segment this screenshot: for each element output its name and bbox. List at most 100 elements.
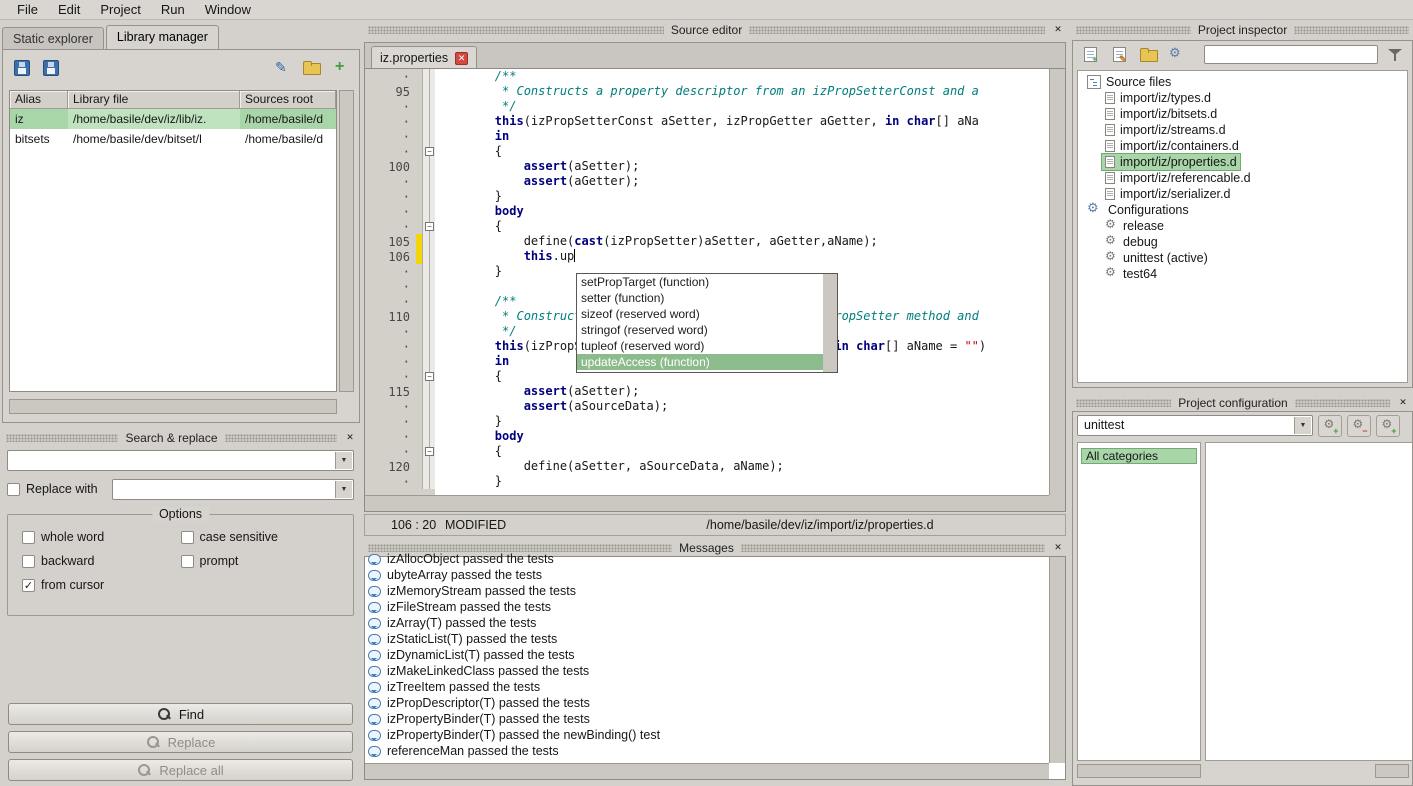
option-whole-word[interactable]: whole word (22, 530, 181, 544)
close-icon[interactable]: ✕ (1052, 542, 1064, 554)
library-row[interactable]: bitsets/home/basile/dev/bitset/l/home/ba… (10, 129, 336, 149)
tree-node-import-iz-types-d[interactable]: import/iz/types.d (1078, 90, 1407, 106)
code-line[interactable]: } (437, 474, 1049, 489)
grid-horizontal-scrollbar[interactable] (1375, 764, 1409, 778)
tab-static-explorer[interactable]: Static explorer (2, 27, 104, 49)
tab-iz-properties[interactable]: iz.properties ✕ (371, 46, 477, 68)
code-line[interactable]: this(izPropSetterConst aSetter, izPropGe… (437, 114, 1049, 129)
message-item[interactable]: izTreeItem passed the tests (368, 679, 1046, 695)
message-item[interactable]: referenceMan passed the tests (368, 743, 1046, 759)
inspector-filter-input[interactable] (1204, 45, 1378, 64)
code-line[interactable]: define(cast(izPropSetter)aSetter, aGette… (437, 234, 1049, 249)
menu-item-run[interactable]: Run (152, 1, 194, 18)
code-line[interactable]: /** (437, 69, 1049, 84)
code-line[interactable]: body (437, 204, 1049, 219)
column-header-library-file[interactable]: Library file (68, 91, 240, 109)
option-from-cursor[interactable]: ✓from cursor (22, 578, 181, 592)
all-categories-item[interactable]: All categories (1081, 448, 1197, 464)
code-line[interactable]: assert(aSetter); (437, 159, 1049, 174)
code-line[interactable]: { (437, 444, 1049, 459)
search-input[interactable]: ▼ (7, 450, 354, 471)
add-configuration-button[interactable]: + (1318, 415, 1342, 437)
option-prompt[interactable]: prompt (181, 554, 340, 568)
completion-item[interactable]: sizeof (reserved word) (577, 306, 823, 322)
message-item[interactable]: izPropDescriptor(T) passed the tests (368, 695, 1046, 711)
tree-group-configurations[interactable]: Configurations (1078, 202, 1407, 218)
tab-close-icon[interactable]: ✕ (455, 52, 468, 65)
open-folder-button[interactable] (1136, 43, 1160, 67)
edit-alias-button[interactable] (270, 56, 294, 80)
code-line[interactable]: assert(aSetter); (437, 384, 1049, 399)
chevron-down-icon[interactable]: ▼ (335, 481, 352, 498)
code-line[interactable]: assert(aSourceData); (437, 399, 1049, 414)
tree-node-import-iz-containers-d[interactable]: import/iz/containers.d (1078, 138, 1407, 154)
tab-library-manager[interactable]: Library manager (106, 25, 219, 49)
fold-collapse-icon[interactable]: − (425, 447, 434, 456)
code-line[interactable]: define(aSetter, aSourceData, aName); (437, 459, 1049, 474)
code-line[interactable]: assert(aGetter); (437, 174, 1049, 189)
code-line[interactable]: * Constructs a property descriptor from … (437, 84, 1049, 99)
column-header-sources-root[interactable]: Sources root (240, 91, 336, 109)
editor-vertical-scrollbar[interactable] (1049, 69, 1065, 495)
completion-item[interactable]: updateAccess (function) (577, 354, 823, 370)
chevron-down-icon[interactable]: ▼ (1294, 417, 1311, 434)
reload-libraries-button[interactable] (39, 56, 63, 80)
editor-horizontal-scrollbar[interactable] (365, 495, 1049, 511)
add-library-button[interactable] (328, 56, 352, 80)
code-line[interactable]: body (437, 429, 1049, 444)
message-item[interactable]: izMemoryStream passed the tests (368, 583, 1046, 599)
find-button[interactable]: Find (8, 703, 353, 725)
close-icon[interactable]: ✕ (1052, 24, 1064, 36)
menu-item-file[interactable]: File (8, 1, 47, 18)
message-item[interactable]: izPropertyBinder(T) passed the tests (368, 711, 1046, 727)
replace-all-button[interactable]: Replace all (8, 759, 353, 781)
code-line[interactable]: { (437, 219, 1049, 234)
library-table-horizontal-scrollbar[interactable] (9, 399, 337, 414)
code-line[interactable]: */ (437, 99, 1049, 114)
configuration-select[interactable]: unittest ▼ (1077, 415, 1313, 436)
fold-collapse-icon[interactable]: − (425, 147, 434, 156)
tree-node-import-iz-properties-d[interactable]: import/iz/properties.d (1078, 154, 1407, 170)
filter-button[interactable] (1383, 43, 1407, 67)
completion-item[interactable]: stringof (reserved word) (577, 322, 823, 338)
tree-node-import-iz-streams-d[interactable]: import/iz/streams.d (1078, 122, 1407, 138)
tree-node-test64[interactable]: test64 (1078, 266, 1407, 282)
code-line[interactable]: } (437, 414, 1049, 429)
code-line[interactable]: } (437, 189, 1049, 204)
tree-node-unittest-active[interactable]: unittest (active) (1078, 250, 1407, 266)
replace-input[interactable]: ▼ (112, 479, 354, 500)
menu-item-window[interactable]: Window (196, 1, 260, 18)
code-line[interactable]: in (437, 129, 1049, 144)
message-item[interactable]: izMakeLinkedClass passed the tests (368, 663, 1046, 679)
message-item[interactable]: ubyteArray passed the tests (368, 567, 1046, 583)
message-item[interactable]: izPropertyBinder(T) passed the newBindin… (368, 727, 1046, 743)
completion-item[interactable]: setter (function) (577, 290, 823, 306)
close-icon[interactable]: ✕ (1397, 397, 1409, 409)
tree-node-import-iz-bitsets-d[interactable]: import/iz/bitsets.d (1078, 106, 1407, 122)
completion-scrollbar[interactable] (823, 274, 837, 372)
tree-node-release[interactable]: release (1078, 218, 1407, 234)
chevron-down-icon[interactable]: ▼ (335, 452, 352, 469)
menu-item-project[interactable]: Project (91, 1, 149, 18)
clone-configuration-button[interactable]: + (1376, 415, 1400, 437)
tree-node-import-iz-referencable-d[interactable]: import/iz/referencable.d (1078, 170, 1407, 186)
messages-horizontal-scrollbar[interactable] (365, 763, 1049, 779)
fold-collapse-icon[interactable]: − (425, 372, 434, 381)
option-backward[interactable]: backward (22, 554, 181, 568)
code-line[interactable]: this.up (437, 249, 1049, 264)
library-table-vertical-scrollbar[interactable] (339, 90, 354, 392)
tree-group-source-files[interactable]: Source files (1078, 74, 1407, 90)
replace-button[interactable]: Replace (8, 731, 353, 753)
add-source-button[interactable]: + (1078, 43, 1102, 67)
tree-node-import-iz-serializer-d[interactable]: import/iz/serializer.d (1078, 186, 1407, 202)
message-item[interactable]: izStaticList(T) passed the tests (368, 631, 1046, 647)
messages-vertical-scrollbar[interactable] (1049, 557, 1065, 763)
message-item[interactable]: izDynamicList(T) passed the tests (368, 647, 1046, 663)
open-library-file-button[interactable] (299, 56, 323, 80)
library-row[interactable]: iz/home/basile/dev/iz/lib/iz./home/basil… (10, 109, 336, 129)
completion-item[interactable]: tupleof (reserved word) (577, 338, 823, 354)
categories-horizontal-scrollbar[interactable] (1077, 764, 1201, 778)
message-item[interactable]: izFileStream passed the tests (368, 599, 1046, 615)
option-case-sensitive[interactable]: case sensitive (181, 530, 340, 544)
code-line[interactable]: { (437, 144, 1049, 159)
